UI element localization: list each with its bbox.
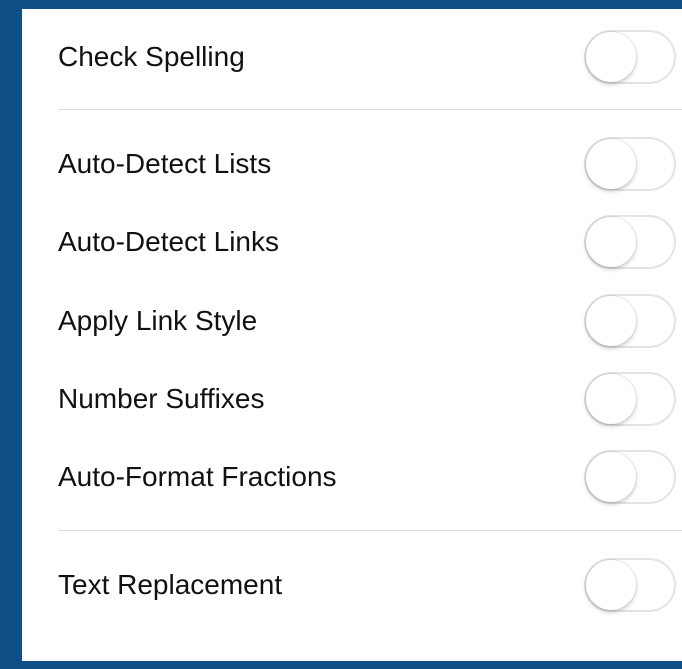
auto-detect-links-toggle[interactable] (584, 215, 676, 269)
setting-row-auto-format-fractions: Auto-Format Fractions (22, 449, 682, 505)
toggle-knob (586, 452, 636, 502)
toggle-knob (586, 374, 636, 424)
setting-row-auto-detect-lists: Auto-Detect Lists (22, 136, 682, 192)
setting-row-apply-link-style: Apply Link Style (22, 293, 682, 349)
section-divider (58, 530, 682, 531)
check-spelling-toggle[interactable] (584, 30, 676, 84)
apply-link-style-label: Apply Link Style (58, 305, 258, 336)
toggle-knob (586, 296, 636, 346)
number-suffixes-toggle[interactable] (584, 372, 676, 426)
apply-link-style-toggle[interactable] (584, 294, 676, 348)
auto-detect-links-label: Auto-Detect Links (58, 226, 279, 257)
toggle-knob (586, 32, 636, 82)
section-divider (58, 109, 682, 110)
toggle-knob (586, 217, 636, 267)
setting-row-number-suffixes: Number Suffixes (22, 371, 682, 427)
text-replacement-toggle[interactable] (584, 558, 676, 612)
toggle-knob (586, 139, 636, 189)
auto-format-fractions-label: Auto-Format Fractions (58, 461, 337, 492)
settings-window-frame: Check Spelling Auto-Detect Lists Auto-De… (0, 0, 682, 669)
setting-row-text-replacement: Text Replacement (22, 557, 682, 613)
auto-detect-lists-toggle[interactable] (584, 137, 676, 191)
text-settings-panel: Check Spelling Auto-Detect Lists Auto-De… (22, 9, 682, 661)
number-suffixes-label: Number Suffixes (58, 383, 265, 414)
setting-row-check-spelling: Check Spelling (22, 29, 682, 85)
auto-detect-lists-label: Auto-Detect Lists (58, 148, 272, 179)
auto-format-fractions-toggle[interactable] (584, 450, 676, 504)
check-spelling-label: Check Spelling (58, 41, 245, 72)
toggle-knob (586, 560, 636, 610)
setting-row-auto-detect-links: Auto-Detect Links (22, 214, 682, 270)
text-replacement-label: Text Replacement (58, 569, 283, 600)
